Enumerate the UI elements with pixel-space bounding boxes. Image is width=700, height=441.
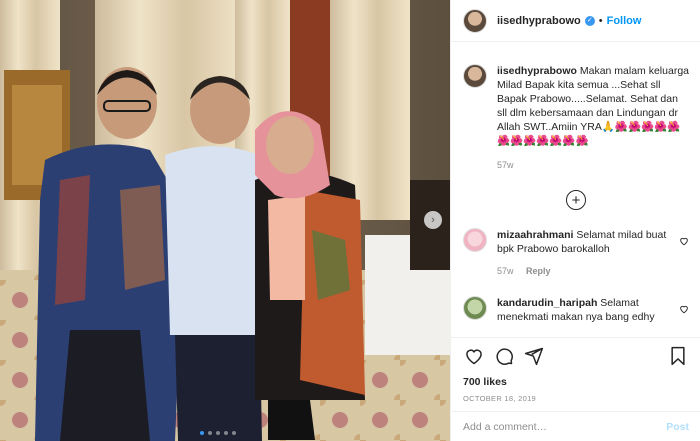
comment-body: mizaahrahmani Selamat milad buat bpk Pra… bbox=[497, 228, 677, 278]
post-date[interactable]: OCTOBER 18, 2019 bbox=[463, 394, 689, 403]
comment-body: kandarudin_haripah Selamat menekmati mak… bbox=[497, 296, 677, 324]
caption: iisedhyprabowo Makan malam keluarga Mila… bbox=[463, 64, 689, 172]
comment-item: mizaahrahmani Selamat milad buat bpk Pra… bbox=[463, 228, 689, 278]
carousel-indicator bbox=[200, 431, 236, 435]
caption-text: Makan malam keluarga Milad Bapak kita se… bbox=[497, 65, 689, 147]
caption-avatar[interactable] bbox=[463, 64, 487, 88]
post-side-panel: iisedhyprabowo ✓ • Follow iisedhyprabowo… bbox=[450, 0, 700, 441]
post-comment-button[interactable]: Post bbox=[666, 421, 689, 433]
caption-time[interactable]: 57w bbox=[497, 158, 689, 172]
comments-list[interactable]: iisedhyprabowo Makan malam keluarga Mila… bbox=[451, 43, 700, 337]
comment-meta: 57w Reply bbox=[497, 264, 677, 278]
add-comment-input[interactable] bbox=[463, 420, 667, 433]
load-more-comments-icon[interactable]: + bbox=[566, 190, 586, 210]
carousel-dot bbox=[200, 431, 204, 435]
likes-count[interactable]: 700 likes bbox=[463, 376, 689, 388]
commenter-avatar[interactable] bbox=[463, 296, 487, 320]
like-icon[interactable] bbox=[463, 345, 485, 367]
reply-button[interactable]: Reply bbox=[526, 266, 551, 276]
comment-username[interactable]: kandarudin_haripah bbox=[497, 297, 597, 309]
author-avatar[interactable] bbox=[463, 8, 487, 33]
follow-button[interactable]: Follow bbox=[607, 15, 642, 27]
action-icons bbox=[463, 346, 689, 366]
post-photo[interactable]: › bbox=[0, 0, 450, 441]
carousel-dot bbox=[224, 431, 228, 435]
carousel-dot bbox=[232, 431, 236, 435]
share-icon[interactable] bbox=[523, 345, 545, 367]
comment-item: kandarudin_haripah Selamat menekmati mak… bbox=[463, 296, 689, 324]
caption-body: iisedhyprabowo Makan malam keluarga Mila… bbox=[497, 64, 689, 172]
carousel-next-button[interactable]: › bbox=[424, 211, 442, 229]
comment-icon[interactable] bbox=[493, 345, 515, 367]
comment-like-icon[interactable] bbox=[679, 236, 689, 249]
verified-badge-icon: ✓ bbox=[584, 15, 595, 26]
comment-like-icon[interactable] bbox=[679, 304, 689, 317]
save-bookmark-icon[interactable] bbox=[667, 345, 689, 367]
post-header: iisedhyprabowo ✓ • Follow bbox=[451, 0, 700, 42]
comment-time[interactable]: 57w bbox=[497, 266, 514, 276]
caption-username[interactable]: iisedhyprabowo bbox=[497, 65, 577, 77]
comment-username[interactable]: mizaahrahmani bbox=[497, 229, 573, 241]
add-comment-bar: Post bbox=[451, 411, 700, 441]
carousel-dot bbox=[208, 431, 212, 435]
header-separator: • bbox=[598, 14, 603, 27]
commenter-avatar[interactable] bbox=[463, 228, 487, 252]
post-actions: 700 likes OCTOBER 18, 2019 bbox=[451, 337, 700, 403]
author-username[interactable]: iisedhyprabowo bbox=[497, 15, 581, 27]
carousel-dot bbox=[216, 431, 220, 435]
photo-illustration bbox=[0, 0, 450, 441]
